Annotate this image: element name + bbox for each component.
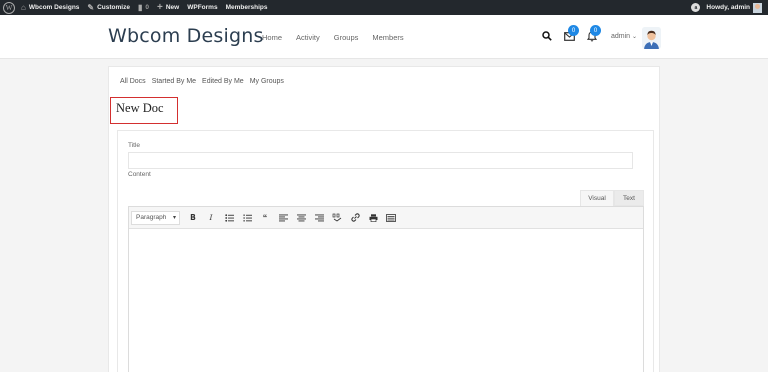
- content-label: Content: [128, 171, 151, 178]
- user-name: admin: [611, 33, 631, 40]
- page-title: New Doc: [116, 101, 164, 115]
- home-icon: ⌂: [21, 3, 26, 12]
- chevron-down-icon: ⌄: [632, 34, 638, 40]
- admin-bar-customize[interactable]: ✎ Customize: [83, 0, 134, 15]
- numbered-list-icon[interactable]: [238, 211, 256, 225]
- nav-item-groups[interactable]: Groups: [334, 33, 359, 42]
- admin-bar-avatar[interactable]: [753, 2, 762, 13]
- subnav-item-edited-by-me[interactable]: Edited By Me: [202, 78, 244, 85]
- site-logo[interactable]: Wbcom Designs: [108, 25, 264, 47]
- admin-bar-memberships-label: Memberships: [225, 4, 268, 11]
- link-icon[interactable]: [346, 211, 364, 225]
- nav-item-activity[interactable]: Activity: [296, 33, 320, 42]
- notifications-badge: 0: [590, 25, 601, 36]
- admin-bar-new[interactable]: + New: [153, 0, 183, 15]
- format-select[interactable]: Paragraph: [131, 210, 180, 225]
- align-center-icon[interactable]: [292, 211, 310, 225]
- admin-bar-wpforms-label: WPForms: [187, 4, 218, 11]
- spellcheck-icon[interactable]: [328, 211, 346, 225]
- wordpress-logo-icon[interactable]: W: [3, 1, 15, 14]
- align-left-icon[interactable]: [274, 211, 292, 225]
- italic-icon[interactable]: I: [202, 211, 220, 225]
- brush-icon: ✎: [87, 3, 95, 12]
- editor-toolbar: Paragraph B I “: [129, 207, 643, 229]
- bold-icon[interactable]: B: [184, 211, 202, 225]
- admin-bar-site[interactable]: ⌂ Wbcom Designs: [17, 0, 83, 15]
- admin-bar-site-name: Wbcom Designs: [28, 4, 80, 11]
- site-header: Wbcom Designs Home Activity Groups Membe…: [0, 15, 768, 59]
- tab-text[interactable]: Text: [614, 190, 644, 206]
- bullet-list-icon[interactable]: [220, 211, 238, 225]
- align-right-icon[interactable]: [310, 211, 328, 225]
- admin-bar-new-label: New: [165, 4, 180, 11]
- admin-bar-memberships[interactable]: Memberships: [222, 0, 272, 15]
- tab-visual[interactable]: Visual: [580, 190, 614, 206]
- toolbar-toggle-icon[interactable]: [382, 211, 400, 225]
- main-nav: Home Activity Groups Members: [262, 33, 418, 42]
- admin-bar-wpforms[interactable]: WPForms: [183, 0, 221, 15]
- search-icon[interactable]: [542, 31, 552, 41]
- docs-subnav: All Docs Started By Me Edited By Me My G…: [120, 78, 290, 85]
- blockquote-icon[interactable]: “: [256, 211, 274, 225]
- subnav-item-all-docs[interactable]: All Docs: [120, 78, 146, 85]
- title-input[interactable]: [128, 152, 633, 169]
- subnav-item-started-by-me[interactable]: Started By Me: [152, 78, 196, 85]
- admin-bar-circle-label: a: [694, 4, 698, 11]
- admin-bar-circle-icon[interactable]: a: [691, 3, 701, 12]
- title-label: Title: [128, 142, 141, 149]
- nav-item-members[interactable]: Members: [372, 33, 403, 42]
- comment-icon: ▮: [137, 3, 143, 12]
- comments-count: 0: [145, 4, 150, 11]
- new-doc-form: Title Content Visual Text Paragraph B I …: [117, 130, 654, 372]
- admin-bar-customize-label: Customize: [97, 4, 130, 11]
- subnav-item-my-groups[interactable]: My Groups: [250, 78, 284, 85]
- nav-item-home[interactable]: Home: [262, 33, 282, 42]
- editor-content-area[interactable]: [129, 229, 643, 372]
- messages-badge: 0: [568, 25, 579, 36]
- user-menu[interactable]: admin ⌄: [611, 33, 637, 40]
- plus-icon: +: [157, 2, 163, 13]
- admin-bar-comments[interactable]: ▮ 0: [134, 0, 153, 15]
- content-editor: Paragraph B I “: [128, 206, 644, 372]
- main-content: All Docs Started By Me Edited By Me My G…: [108, 66, 660, 372]
- howdy-text[interactable]: Howdy, admin: [706, 4, 750, 11]
- admin-bar: W ⌂ Wbcom Designs ✎ Customize ▮ 0 + New …: [0, 0, 768, 15]
- print-icon[interactable]: [364, 211, 382, 225]
- user-avatar[interactable]: [642, 27, 661, 49]
